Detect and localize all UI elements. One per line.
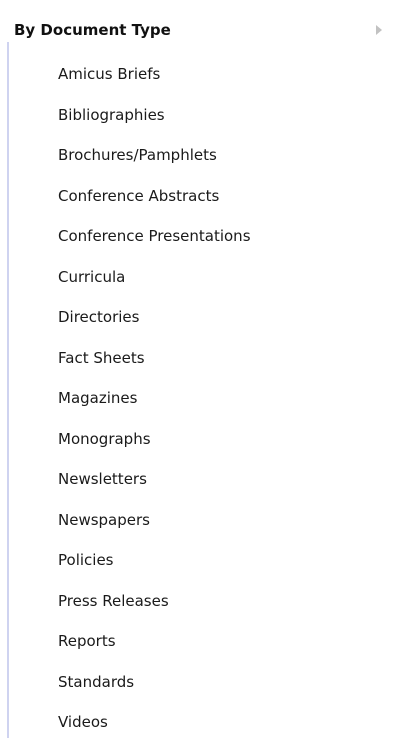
list-item-label[interactable]: Reports — [58, 629, 116, 653]
list-item-standards[interactable]: Standards — [58, 670, 251, 711]
list-item-brochures-pamphlets[interactable]: Brochures/Pamphlets — [58, 143, 251, 184]
list-item-label[interactable]: Bibliographies — [58, 103, 165, 127]
document-type-panel: By Document Type Amicus Briefs Bibliogra… — [0, 0, 409, 738]
list-item-label[interactable]: Amicus Briefs — [58, 62, 160, 86]
list-item-magazines[interactable]: Magazines — [58, 386, 251, 427]
left-divider — [7, 42, 9, 738]
list-item-directories[interactable]: Directories — [58, 305, 251, 346]
list-item-label[interactable]: Conference Presentations — [58, 224, 251, 248]
list-item-label[interactable]: Newspapers — [58, 508, 150, 532]
list-item-fact-sheets[interactable]: Fact Sheets — [58, 346, 251, 387]
list-item-policies[interactable]: Policies — [58, 548, 251, 589]
list-item-label[interactable]: Directories — [58, 305, 139, 329]
list-item-bibliographies[interactable]: Bibliographies — [58, 103, 251, 144]
list-item-amicus-briefs[interactable]: Amicus Briefs — [58, 62, 251, 103]
list-item-label[interactable]: Policies — [58, 548, 113, 572]
list-item-label[interactable]: Videos — [58, 710, 108, 734]
list-item-videos[interactable]: Videos — [58, 710, 251, 751]
list-item-label[interactable]: Conference Abstracts — [58, 184, 219, 208]
list-item-label[interactable]: Curricula — [58, 265, 125, 289]
section-header[interactable]: By Document Type — [14, 16, 394, 44]
list-item-conference-abstracts[interactable]: Conference Abstracts — [58, 184, 251, 225]
list-item-label[interactable]: Fact Sheets — [58, 346, 145, 370]
chevron-right-icon[interactable] — [376, 25, 382, 35]
list-item-newsletters[interactable]: Newsletters — [58, 467, 251, 508]
list-item-monographs[interactable]: Monographs — [58, 427, 251, 468]
list-item-reports[interactable]: Reports — [58, 629, 251, 670]
list-item-newspapers[interactable]: Newspapers — [58, 508, 251, 549]
list-item-label[interactable]: Press Releases — [58, 589, 169, 613]
list-item-curricula[interactable]: Curricula — [58, 265, 251, 306]
list-item-label[interactable]: Monographs — [58, 427, 151, 451]
list-item-label[interactable]: Newsletters — [58, 467, 147, 491]
document-type-list: Amicus Briefs Bibliographies Brochures/P… — [58, 62, 251, 751]
list-item-label[interactable]: Standards — [58, 670, 134, 694]
list-item-label[interactable]: Magazines — [58, 386, 137, 410]
list-item-conference-presentations[interactable]: Conference Presentations — [58, 224, 251, 265]
list-item-label[interactable]: Brochures/Pamphlets — [58, 143, 217, 167]
list-item-press-releases[interactable]: Press Releases — [58, 589, 251, 630]
section-title: By Document Type — [14, 21, 171, 39]
